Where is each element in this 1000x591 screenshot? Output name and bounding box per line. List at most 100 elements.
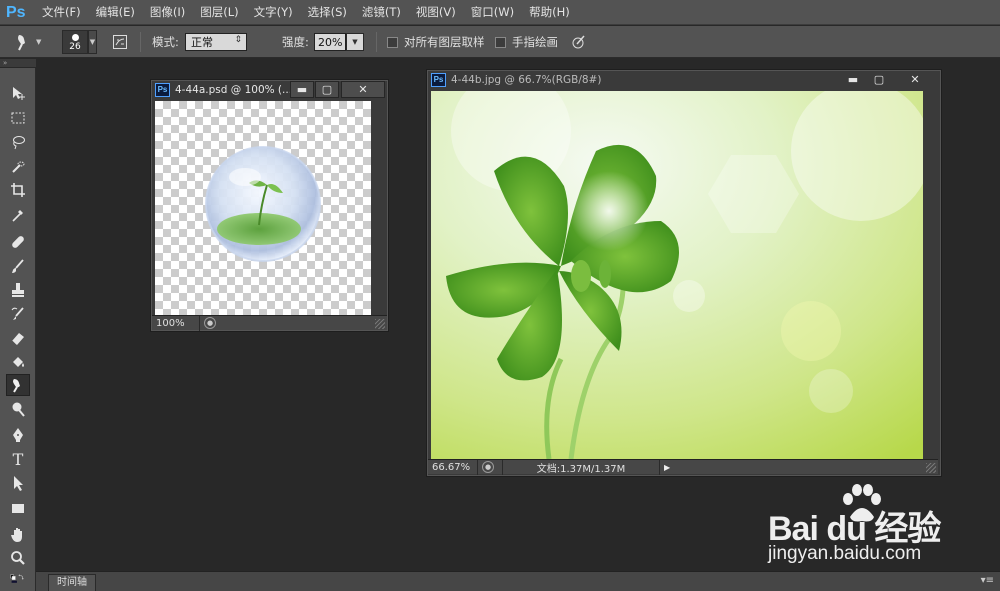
- minimize-button[interactable]: ▬: [841, 71, 865, 88]
- history-brush-icon: [11, 307, 24, 320]
- minimize-button[interactable]: ▬: [290, 81, 314, 98]
- mode-label: 模式:: [152, 35, 179, 49]
- menu-filter[interactable]: 滤镜(T): [362, 0, 401, 25]
- eyedropper-tool[interactable]: [6, 204, 30, 226]
- maximize-button[interactable]: ▢: [867, 71, 891, 88]
- strength-input[interactable]: 20%: [314, 33, 346, 51]
- zoom-level-field[interactable]: 66.67%: [428, 459, 478, 475]
- brush-icon: [12, 259, 24, 273]
- rectangle-tool[interactable]: [6, 497, 30, 519]
- ps-document-icon: Ps: [155, 83, 170, 97]
- eraser-icon: [11, 333, 24, 345]
- brush-tool[interactable]: [6, 255, 30, 277]
- document-canvas[interactable]: [431, 91, 923, 459]
- hand-tool[interactable]: [6, 523, 30, 545]
- panel-menu-icon[interactable]: ▾≡: [981, 575, 994, 586]
- dodge-icon: [12, 402, 25, 417]
- menu-type[interactable]: 文字(Y): [254, 0, 293, 25]
- minimize-icon: ▬: [296, 83, 308, 96]
- move-tool[interactable]: [6, 82, 30, 104]
- eyedropper-icon: [12, 210, 23, 222]
- document-status-bar: 66.67% ● 文档:1.37M/1.37M ▶: [428, 459, 938, 475]
- pen-pressure-icon: [572, 35, 585, 49]
- maximize-icon: ▢: [321, 83, 333, 96]
- mode-select[interactable]: 正常 ⇕: [185, 33, 247, 51]
- status-info-icon[interactable]: ●: [204, 317, 216, 329]
- strength-value: 20%: [318, 35, 343, 49]
- maximize-button[interactable]: ▢: [315, 81, 339, 98]
- clone-stamp-tool[interactable]: [6, 279, 30, 301]
- strength-slider-toggle[interactable]: ▼: [346, 33, 364, 51]
- menu-image[interactable]: 图像(I): [150, 0, 185, 25]
- finger-painting-checkbox[interactable]: [495, 36, 506, 48]
- brush-panel-icon: [113, 35, 127, 49]
- options-bar: ▼ 26 ▼ 模式: 正常 ⇕ 强度: 20% ▼ 对所有图层取样 手指绘画: [0, 26, 1000, 58]
- document-window-4-44a[interactable]: Ps 4-44a.psd @ 100% (... ▬ ▢ ✕ 100% ●: [150, 79, 389, 332]
- status-info-icon[interactable]: ●: [482, 461, 494, 473]
- menu-layer[interactable]: 图层(L): [200, 0, 238, 25]
- menu-select[interactable]: 选择(S): [308, 0, 347, 25]
- document-title-bar[interactable]: Ps 4-44a.psd @ 100% (... ▬ ▢ ✕: [151, 80, 388, 100]
- tool-preset-picker[interactable]: ▼: [14, 26, 54, 58]
- chevron-down-icon[interactable]: ▼: [88, 30, 97, 54]
- status-menu-arrow-icon[interactable]: ▶: [664, 463, 670, 472]
- zoom-level-field[interactable]: 100%: [152, 315, 200, 331]
- sample-all-layers-option[interactable]: 对所有图层取样: [387, 26, 485, 58]
- timeline-bar: 时间轴 ▾≡: [36, 571, 1000, 591]
- smudge-tool-icon: [18, 35, 25, 51]
- smudge-tool[interactable]: [6, 374, 30, 396]
- lasso-tool[interactable]: [6, 131, 30, 153]
- color-swatches[interactable]: [2, 568, 34, 588]
- zoom-icon: [11, 551, 25, 565]
- menu-file[interactable]: 文件(F): [42, 0, 81, 25]
- brush-size-value: 26: [69, 42, 81, 52]
- resize-grip-icon[interactable]: [375, 319, 385, 329]
- document-title-bar[interactable]: Ps 4-44b.jpg @ 66.7%(RGB/8#) ▬ ▢ ✕: [427, 70, 941, 90]
- pen-tool[interactable]: [6, 424, 30, 446]
- menu-window[interactable]: 窗口(W): [471, 0, 514, 25]
- bubble-sprout-image: [205, 146, 321, 262]
- document-window-4-44b[interactable]: Ps 4-44b.jpg @ 66.7%(RGB/8#) ▬ ▢ ✕ 66.67…: [426, 69, 942, 477]
- options-divider: [140, 32, 141, 52]
- default-colors-icon: [10, 574, 24, 583]
- stamp-icon: [12, 283, 24, 297]
- tab-timeline[interactable]: 时间轴: [48, 574, 96, 591]
- pen-icon: [13, 428, 23, 442]
- pressure-toggle[interactable]: [571, 26, 587, 58]
- path-selection-tool[interactable]: [6, 472, 30, 494]
- watermark-url: jingyan.baidu.com: [768, 543, 922, 564]
- history-brush-tool[interactable]: [6, 303, 30, 325]
- tools-panel: T: [0, 68, 36, 591]
- paint-bucket-tool[interactable]: [6, 351, 30, 373]
- menu-help[interactable]: 帮助(H): [529, 0, 570, 25]
- crop-tool[interactable]: [6, 179, 30, 201]
- tools-panel-collapse[interactable]: »: [0, 59, 36, 67]
- dodge-tool[interactable]: [6, 398, 30, 420]
- minimize-icon: ▬: [847, 73, 859, 86]
- clover-photo-image: [431, 91, 923, 459]
- close-button[interactable]: ✕: [341, 81, 385, 98]
- marquee-tool[interactable]: [6, 107, 30, 129]
- menu-edit[interactable]: 编辑(E): [96, 0, 135, 25]
- type-tool[interactable]: T: [6, 448, 30, 470]
- quick-selection-icon: [12, 161, 25, 173]
- photoshop-window: Ps 文件(F) 编辑(E) 图像(I) 图层(L) 文字(Y) 选择(S) 滤…: [0, 0, 1000, 591]
- type-icon: T: [12, 449, 24, 469]
- resize-grip-icon[interactable]: [926, 463, 936, 473]
- healing-brush-tool[interactable]: [6, 231, 30, 253]
- brush-panel-toggle[interactable]: [112, 26, 132, 58]
- quick-selection-tool[interactable]: [6, 156, 30, 178]
- brush-size-preview[interactable]: 26: [62, 30, 88, 54]
- brush-preset-picker[interactable]: 26 ▼: [62, 26, 98, 58]
- finger-painting-option[interactable]: 手指绘画: [495, 26, 558, 58]
- menu-view[interactable]: 视图(V): [416, 0, 456, 25]
- move-tool-icon: [13, 87, 25, 100]
- hand-icon: [11, 528, 22, 542]
- zoom-tool[interactable]: [6, 547, 30, 569]
- sample-all-layers-checkbox[interactable]: [387, 36, 398, 48]
- paint-bucket-icon: [13, 357, 24, 367]
- document-canvas[interactable]: [155, 101, 371, 315]
- close-button[interactable]: ✕: [895, 71, 935, 88]
- eraser-tool[interactable]: [6, 327, 30, 349]
- rectangle-icon: [12, 504, 24, 513]
